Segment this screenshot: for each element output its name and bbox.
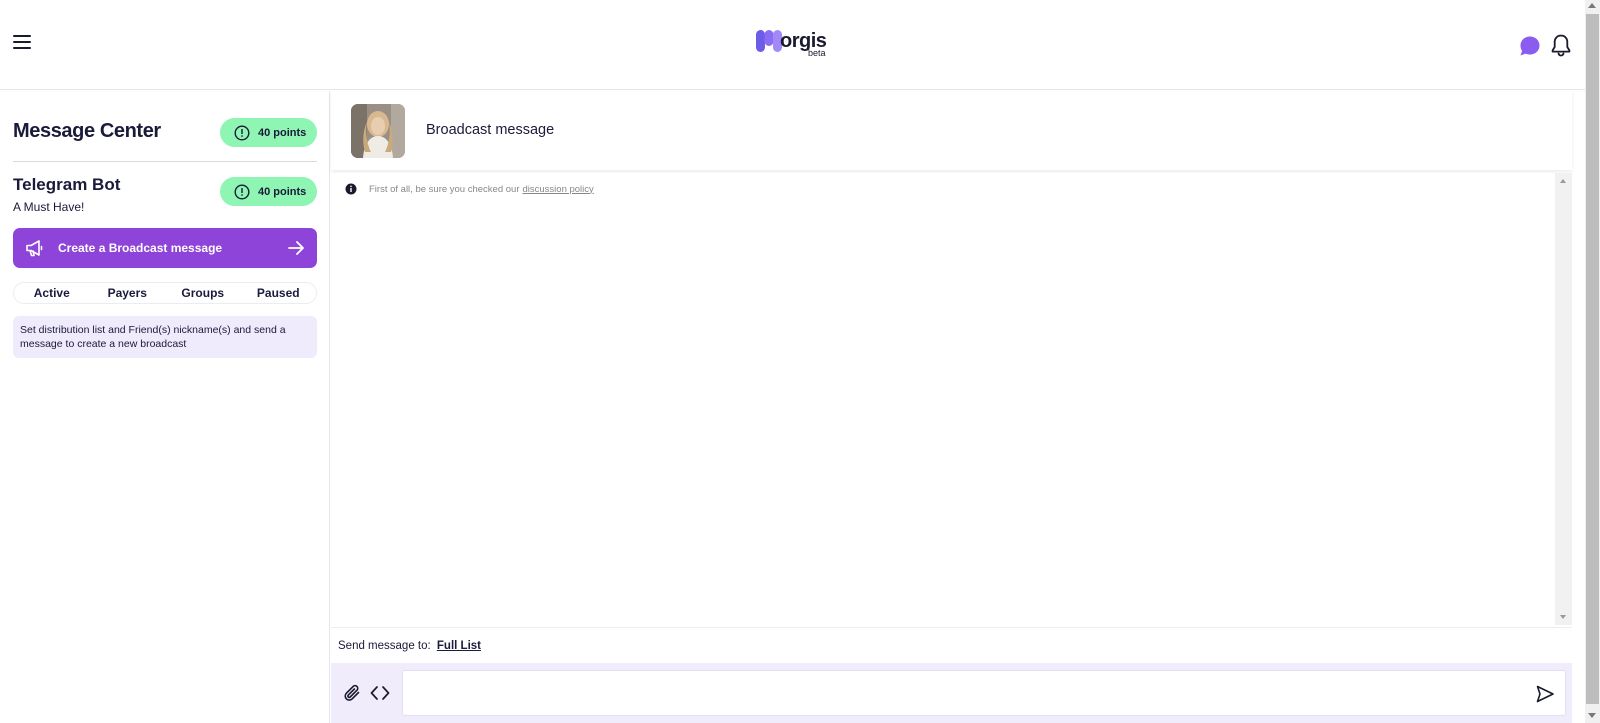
tab-active[interactable]: Active — [14, 283, 90, 303]
logo-beta-label: beta — [808, 48, 826, 58]
divider — [13, 161, 317, 162]
telegram-points-badge[interactable]: 40 points — [220, 177, 317, 206]
top-bar: orgis beta — [0, 0, 1585, 90]
broadcast-hint: Set distribution list and Friend(s) nick… — [13, 316, 317, 358]
filter-tabs: Active Payers Groups Paused — [13, 282, 317, 304]
scroll-down-icon[interactable] — [1560, 615, 1566, 619]
paperclip-icon[interactable] — [343, 684, 361, 702]
points-label: 40 points — [258, 185, 307, 198]
alert-circle-icon — [234, 124, 250, 141]
alert-circle-icon — [234, 183, 250, 200]
sidebar: Message Center 40 points Telegram Bot A … — [0, 91, 330, 723]
avatar-image — [351, 104, 405, 158]
avatar[interactable] — [351, 104, 405, 158]
message-scrollbar[interactable] — [1555, 173, 1572, 625]
info-icon — [345, 183, 357, 195]
discussion-policy-link[interactable]: discussion policy — [523, 184, 594, 195]
points-badge[interactable]: 40 points — [220, 118, 317, 147]
tab-groups[interactable]: Groups — [165, 283, 241, 303]
policy-text: First of all, be sure you checked our — [369, 183, 520, 195]
create-broadcast-label: Create a Broadcast message — [58, 241, 223, 255]
send-to-label: Send message to: — [338, 640, 431, 652]
code-icon[interactable] — [370, 684, 390, 702]
send-icon[interactable] — [1535, 684, 1555, 704]
policy-notice: First of all, be sure you checked our di… — [345, 183, 594, 195]
window-scrollbar[interactable] — [1585, 0, 1600, 723]
send-to-list-link[interactable]: Full List — [437, 640, 481, 652]
telegram-bot-subtitle: A Must Have! — [13, 200, 85, 214]
logo-m-icon — [756, 30, 782, 52]
tab-paused[interactable]: Paused — [241, 283, 317, 303]
chat-header: Broadcast message — [331, 91, 1572, 170]
message-composer — [331, 663, 1572, 723]
page-title: Message Center — [13, 120, 161, 142]
chat-bubble-icon[interactable] — [1519, 35, 1541, 57]
scroll-up-icon[interactable] — [1588, 3, 1596, 8]
megaphone-icon — [26, 240, 43, 257]
morgis-logo[interactable]: orgis beta — [756, 28, 827, 60]
message-input[interactable] — [402, 670, 1566, 716]
points-label: 40 points — [258, 126, 307, 139]
menu-icon[interactable] — [13, 35, 31, 51]
scrollbar-thumb[interactable] — [1586, 14, 1599, 704]
send-to-bar: Send message to: Full List — [331, 627, 1572, 663]
telegram-bot-title: Telegram Bot — [13, 175, 121, 194]
chat-title: Broadcast message — [426, 122, 555, 138]
scroll-up-icon[interactable] — [1560, 179, 1566, 183]
message-area: First of all, be sure you checked our di… — [331, 173, 1555, 625]
create-broadcast-button[interactable]: Create a Broadcast message — [13, 228, 317, 268]
arrow-right-icon — [288, 241, 304, 255]
scroll-down-icon[interactable] — [1588, 713, 1596, 718]
tab-payers[interactable]: Payers — [90, 283, 166, 303]
bell-icon[interactable] — [1550, 33, 1572, 57]
